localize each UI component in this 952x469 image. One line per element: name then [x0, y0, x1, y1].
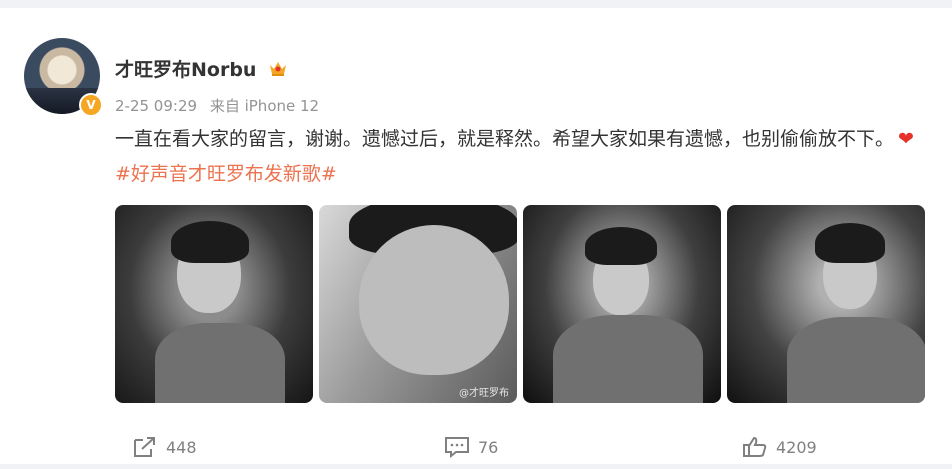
thumbs-up-icon — [743, 436, 767, 457]
username-link[interactable]: 才旺罗布Norbu — [115, 55, 256, 82]
comment-icon — [445, 437, 469, 458]
repost-button[interactable]: 448 — [132, 436, 197, 458]
photo-1[interactable] — [115, 205, 313, 403]
photo-watermark: @才旺罗布 — [459, 388, 509, 399]
photo-3[interactable] — [523, 205, 721, 403]
vip-crown-icon[interactable] — [268, 59, 288, 77]
post-source: 来自 iPhone 12 — [209, 97, 320, 115]
hashtag-link[interactable]: #好声音才旺罗布发新歌# — [115, 163, 337, 185]
comment-count: 76 — [478, 437, 499, 457]
heart-icon: ❤ — [898, 128, 914, 150]
post-time-link[interactable]: 2-25 09:29 — [115, 97, 197, 115]
repost-icon — [134, 437, 155, 457]
like-button[interactable]: 4209 — [742, 436, 817, 458]
repost-count: 448 — [166, 437, 197, 457]
photo-4[interactable] — [727, 205, 925, 403]
verified-badge-icon: V — [79, 93, 103, 117]
post-meta: 2-25 09:29 来自 iPhone 12 — [115, 95, 327, 116]
photo-2[interactable]: @才旺罗布 — [319, 205, 517, 403]
post-body: 一直在看大家的留言，谢谢。遗憾过后，就是释然。希望大家如果有遗憾，也别偷偷放不下… — [115, 128, 895, 150]
like-count: 4209 — [776, 437, 817, 457]
comment-button[interactable]: 76 — [444, 436, 498, 458]
photo-grid: @才旺罗布 — [115, 205, 925, 403]
weibo-post-card: V 才旺罗布Norbu 2-25 09:29 来自 iPhone 12 一直在看… — [0, 8, 952, 464]
post-text: 一直在看大家的留言，谢谢。遗憾过后，就是释然。希望大家如果有遗憾，也别偷偷放不下… — [115, 122, 935, 192]
